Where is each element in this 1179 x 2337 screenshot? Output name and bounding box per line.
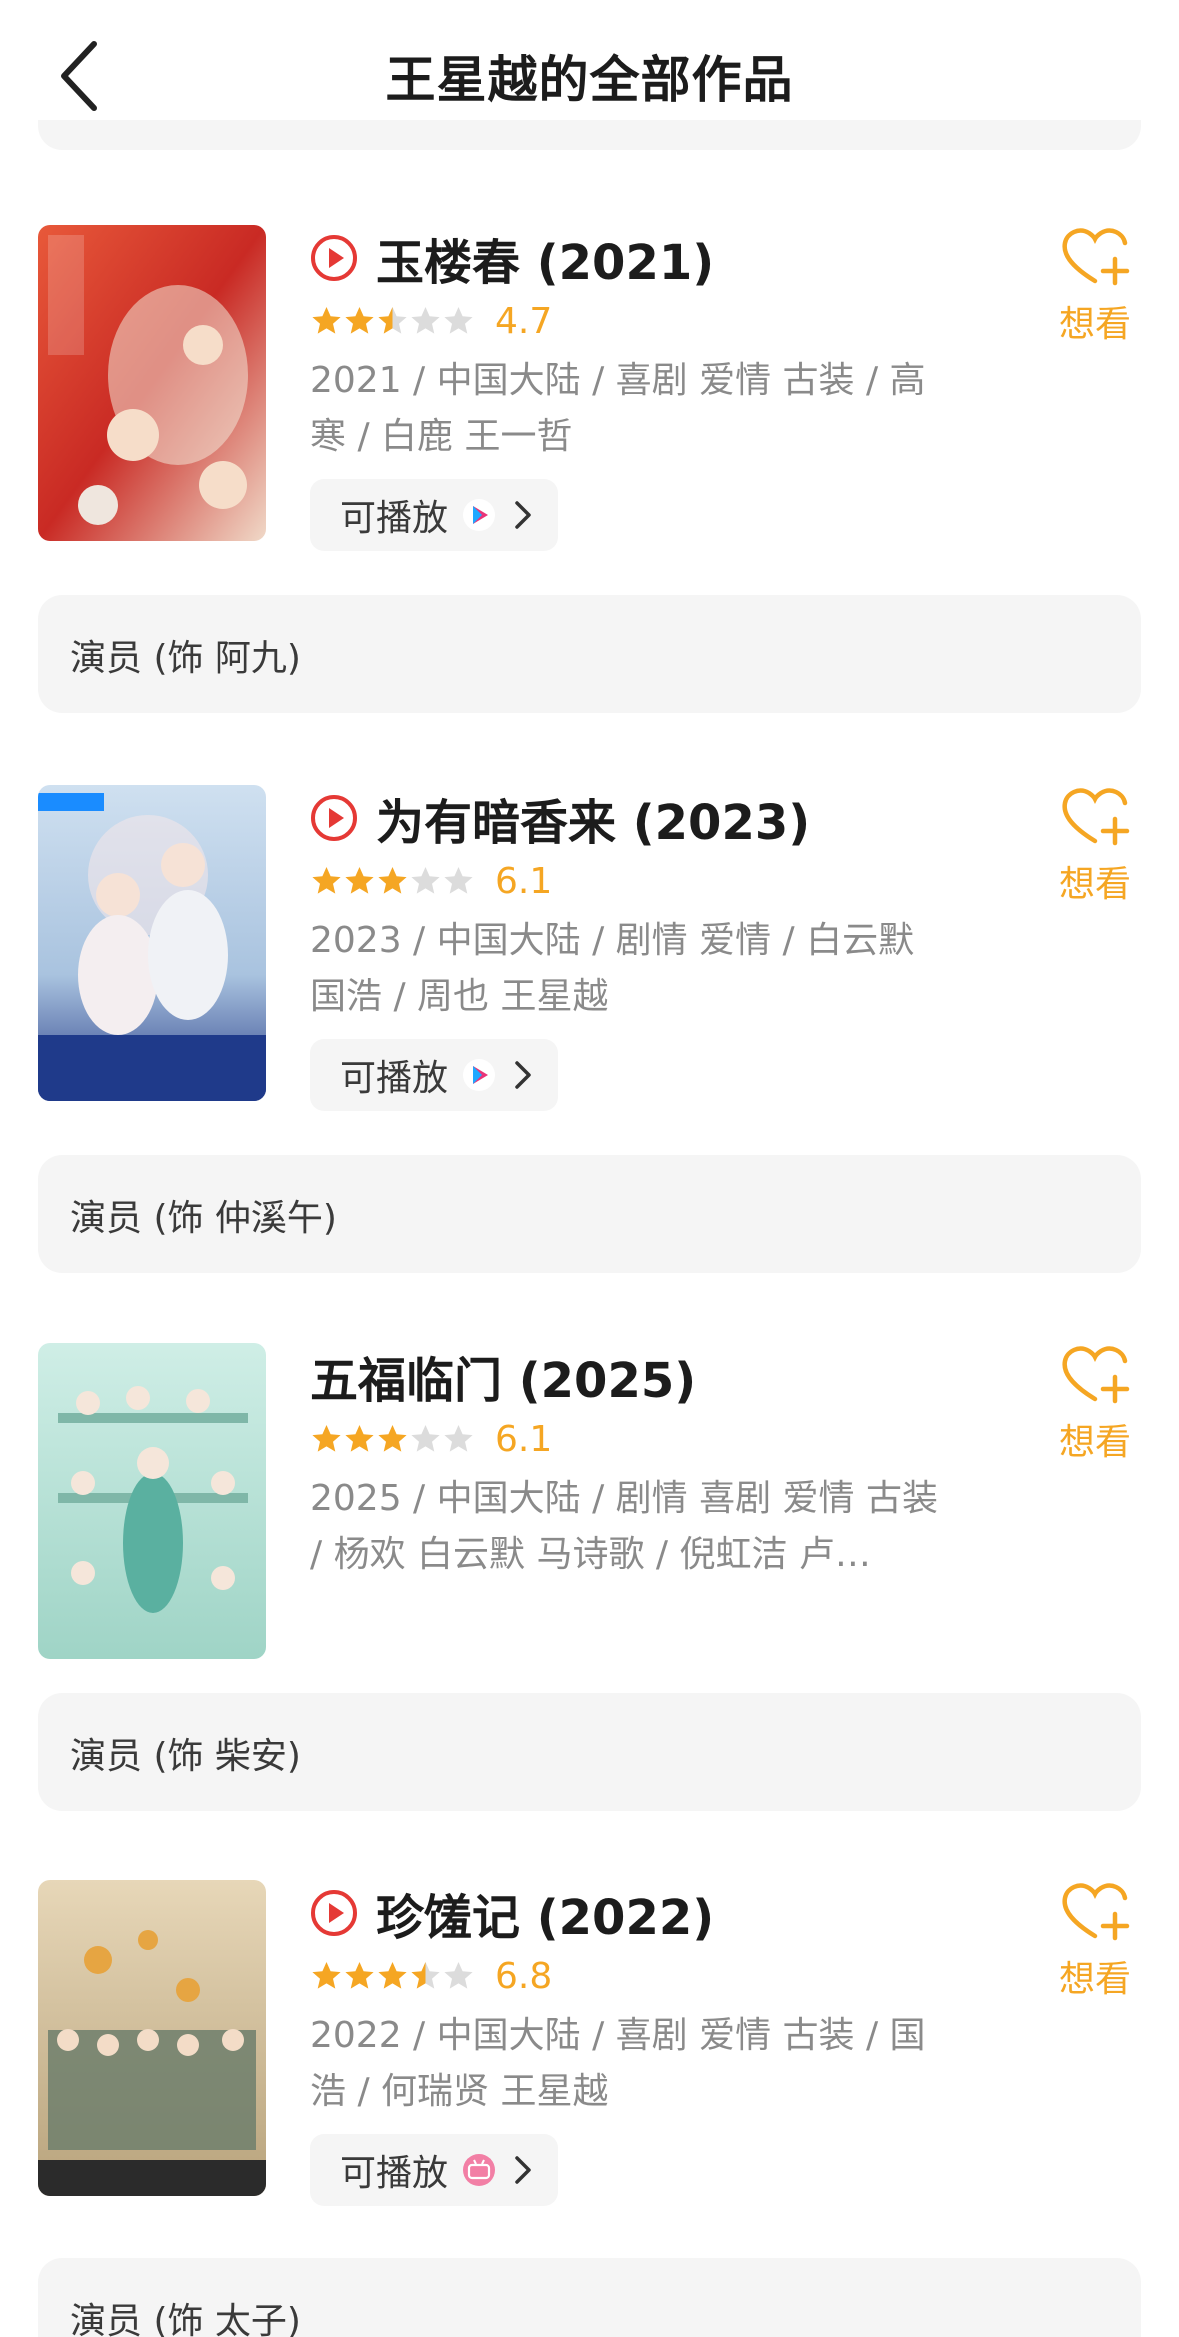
want-to-watch-button[interactable]: 想看 bbox=[1050, 1343, 1140, 1465]
star-icon bbox=[345, 1961, 374, 1989]
work-card[interactable]: 珍馐记 (2022) 6.8 2022 / 中国大陆 / 喜剧 爱情 古装 / … bbox=[0, 1880, 1179, 2337]
star-icon bbox=[312, 1424, 341, 1452]
work-title[interactable]: 为有暗香来 (2023) bbox=[376, 783, 810, 853]
work-title[interactable]: 玉楼春 (2021) bbox=[376, 223, 714, 293]
work-meta: 2022 / 中国大陆 / 喜剧 爱情 古装 / 国浩 / 何瑞贤 王星越 bbox=[310, 2015, 926, 2112]
star-rating bbox=[310, 1423, 475, 1456]
star-icon bbox=[378, 866, 407, 894]
playable-button[interactable]: 可播放 bbox=[310, 479, 559, 551]
rating-score: 6.1 bbox=[495, 1418, 553, 1460]
play-circle-icon bbox=[311, 1890, 357, 1936]
role-box: 演员 (饰 柴安) bbox=[38, 1693, 1141, 1811]
role-box: 演员 (饰 阿九) bbox=[38, 595, 1141, 713]
star-rating bbox=[310, 865, 475, 898]
poster-image[interactable] bbox=[38, 225, 266, 541]
page-title: 王星越的全部作品 bbox=[385, 51, 794, 109]
star-icon bbox=[378, 1961, 407, 1989]
star-icon bbox=[378, 306, 407, 334]
star-icon bbox=[345, 866, 374, 894]
play-circle-icon bbox=[311, 235, 357, 281]
chevron-right-icon bbox=[515, 1061, 531, 1089]
role-label: 演员 (饰 仲溪午) bbox=[70, 1198, 337, 1239]
play-circle-icon bbox=[311, 795, 357, 841]
star-icon bbox=[345, 1424, 374, 1452]
star-icon bbox=[411, 1961, 440, 1989]
work-meta: 2023 / 中国大陆 / 剧情 爱情 / 白云默 国浩 / 周也 王星越 bbox=[310, 920, 915, 1017]
poster-image[interactable] bbox=[38, 1343, 266, 1659]
rating-score: 6.8 bbox=[495, 1955, 553, 1997]
work-card[interactable]: 为有暗香来 (2023) 6.1 2023 / 中国大陆 / 剧情 爱情 / 白… bbox=[0, 785, 1179, 1345]
chevron-right-icon bbox=[515, 501, 531, 529]
star-icon bbox=[312, 866, 341, 894]
star-rating bbox=[310, 1960, 475, 1993]
role-label: 演员 (饰 太子) bbox=[70, 2301, 301, 2337]
work-title[interactable]: 珍馐记 (2022) bbox=[376, 1878, 714, 1948]
want-to-watch-label: 想看 bbox=[1058, 1959, 1131, 2000]
want-to-watch-button[interactable]: 想看 bbox=[1050, 225, 1140, 347]
work-card[interactable]: 玉楼春 (2021) 4.7 2021 / 中国大陆 / 喜剧 爱情 古装 / … bbox=[0, 225, 1179, 785]
youku-icon bbox=[463, 1059, 496, 1091]
want-to-watch-label: 想看 bbox=[1058, 304, 1131, 345]
heart-plus-icon bbox=[1062, 788, 1130, 846]
star-icon bbox=[411, 1424, 440, 1452]
youku-icon bbox=[463, 499, 496, 531]
heart-plus-icon bbox=[1062, 1883, 1130, 1941]
playable-label: 可播放 bbox=[340, 1058, 449, 1099]
previous-role-box bbox=[38, 120, 1141, 150]
playable-label: 可播放 bbox=[340, 498, 449, 539]
rating-score: 4.7 bbox=[495, 300, 553, 342]
star-icon bbox=[411, 866, 440, 894]
poster-image[interactable] bbox=[38, 785, 266, 1101]
work-title[interactable]: 五福临门 (2025) bbox=[310, 1341, 696, 1411]
playable-button[interactable]: 可播放 bbox=[310, 2134, 559, 2206]
star-icon bbox=[312, 306, 341, 334]
want-to-watch-label: 想看 bbox=[1058, 864, 1131, 905]
work-card[interactable]: 五福临门 (2025) 6.1 2025 / 中国大陆 / 剧情 喜剧 爱情 古… bbox=[0, 1343, 1179, 1903]
role-box: 演员 (饰 太子) bbox=[38, 2258, 1141, 2337]
star-icon bbox=[444, 1961, 473, 1989]
playable-button[interactable]: 可播放 bbox=[310, 1039, 559, 1111]
star-icon bbox=[444, 866, 473, 894]
role-label: 演员 (饰 阿九) bbox=[70, 638, 301, 679]
star-icon bbox=[444, 306, 473, 334]
playable-label: 可播放 bbox=[340, 2153, 449, 2194]
want-to-watch-label: 想看 bbox=[1058, 1422, 1131, 1463]
rating-score: 6.1 bbox=[495, 860, 553, 902]
chevron-right-icon bbox=[515, 2156, 531, 2184]
star-icon bbox=[444, 1424, 473, 1452]
star-rating bbox=[310, 305, 475, 338]
poster-image[interactable] bbox=[38, 1880, 266, 2196]
heart-plus-icon bbox=[1062, 1346, 1130, 1404]
want-to-watch-button[interactable]: 想看 bbox=[1050, 785, 1140, 907]
role-label: 演员 (饰 柴安) bbox=[70, 1736, 301, 1777]
role-box: 演员 (饰 仲溪午) bbox=[38, 1155, 1141, 1273]
work-meta: 2025 / 中国大陆 / 剧情 喜剧 爱情 古装 / 杨欢 白云默 马诗歌 /… bbox=[310, 1478, 938, 1575]
heart-plus-icon bbox=[1062, 228, 1130, 286]
star-icon bbox=[378, 1424, 407, 1452]
work-meta: 2021 / 中国大陆 / 喜剧 爱情 古装 / 高寒 / 白鹿 王一哲 bbox=[310, 360, 926, 457]
star-icon bbox=[411, 306, 440, 334]
bilibili-icon bbox=[463, 2154, 496, 2186]
star-icon bbox=[312, 1961, 341, 1989]
want-to-watch-button[interactable]: 想看 bbox=[1050, 1880, 1140, 2002]
star-icon bbox=[345, 306, 374, 334]
